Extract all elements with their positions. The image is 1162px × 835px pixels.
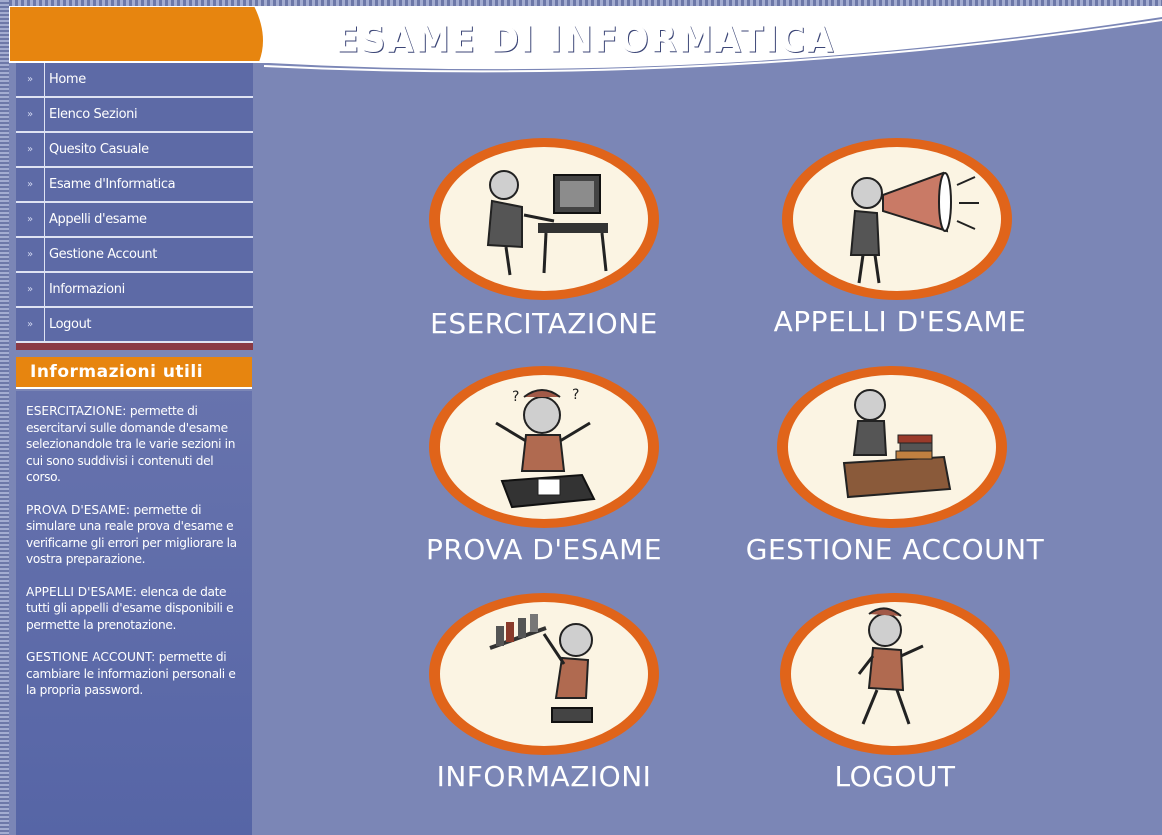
nav-item-informazioni[interactable]: » Informazioni	[16, 273, 253, 308]
nav-item-elenco-sezioni[interactable]: » Elenco Sezioni	[16, 98, 253, 133]
confused-student-icon: ? ?	[429, 366, 659, 528]
bullet-icon: »	[16, 98, 45, 131]
tile-gestione-account[interactable]: GESTIONE ACCOUNT	[730, 363, 1060, 573]
bullet-icon: »	[16, 203, 45, 236]
info-paragraph: GESTIONE ACCOUNT: permette di cambiare l…	[26, 649, 242, 699]
nav-item-label[interactable]: Quesito Casuale	[45, 142, 149, 157]
running-student-icon	[780, 593, 1010, 755]
tile-label[interactable]: PROVA D'ESAME	[410, 533, 678, 566]
tile-appelli-esame[interactable]: APPELLI D'ESAME	[755, 135, 1045, 345]
info-key: PROVA D'ESAME:	[26, 502, 131, 517]
nav-item-logout[interactable]: » Logout	[16, 308, 253, 343]
nav-item-label[interactable]: Home	[45, 72, 86, 87]
tile-prova-esame[interactable]: ? ? PROVA D'ESAME	[410, 363, 678, 573]
nav-item-label[interactable]: Gestione Account	[45, 247, 157, 262]
tile-label[interactable]: INFORMAZIONI	[410, 760, 678, 793]
tile-informazioni[interactable]: INFORMAZIONI	[410, 590, 678, 800]
bookshelf-icon	[429, 593, 659, 755]
tile-label[interactable]: ESERCITAZIONE	[420, 307, 668, 340]
nav-item-gestione-account[interactable]: » Gestione Account	[16, 238, 253, 273]
info-key: ESERCITAZIONE:	[26, 404, 127, 418]
student-computer-icon	[429, 138, 659, 300]
bullet-icon: »	[16, 273, 45, 306]
tile-label[interactable]: LOGOUT	[770, 760, 1020, 793]
nav-item-label[interactable]: Appelli d'esame	[45, 212, 147, 227]
info-paragraph: APPELLI D'ESAME: elenca de date tutti gl…	[26, 584, 242, 634]
bullet-icon: »	[16, 308, 45, 341]
nav-item-label[interactable]: Elenco Sezioni	[45, 107, 138, 122]
svg-text:?: ?	[512, 389, 519, 405]
nav-divider	[16, 343, 253, 350]
desk-books-icon	[777, 366, 1007, 528]
tile-label[interactable]: APPELLI D'ESAME	[755, 305, 1045, 338]
info-paragraph: ESERCITAZIONE: permette di esercitarvi s…	[26, 403, 242, 486]
nav-item-home[interactable]: » Home	[16, 63, 253, 98]
megaphone-icon	[782, 138, 1012, 300]
info-panel-title: Informazioni utili	[16, 357, 252, 389]
site-title: ESAME DI INFORMATICA	[335, 19, 836, 61]
left-border	[0, 0, 9, 835]
bullet-icon: »	[16, 133, 45, 166]
svg-text:?: ?	[572, 387, 579, 403]
bullet-icon: »	[16, 238, 45, 271]
info-panel: ESERCITAZIONE: permette di esercitarvi s…	[16, 391, 252, 835]
nav-item-quesito-casuale[interactable]: » Quesito Casuale	[16, 133, 253, 168]
bullet-icon: »	[16, 63, 45, 96]
info-key: APPELLI D'ESAME:	[26, 584, 137, 599]
nav-item-label[interactable]: Esame d'Informatica	[45, 177, 176, 192]
info-paragraph: PROVA D'ESAME: permette di simulare una …	[26, 502, 242, 568]
nav-item-appelli-esame[interactable]: » Appelli d'esame	[16, 203, 253, 238]
tile-esercitazione[interactable]: ESERCITAZIONE	[420, 135, 668, 345]
info-key: GESTIONE ACCOUNT:	[26, 650, 156, 664]
bullet-icon: »	[16, 168, 45, 201]
nav-item-label[interactable]: Logout	[45, 317, 92, 332]
nav-item-label[interactable]: Informazioni	[45, 282, 125, 297]
tile-logout[interactable]: LOGOUT	[770, 590, 1020, 800]
nav-item-esame-informatica[interactable]: » Esame d'Informatica	[16, 168, 253, 203]
sidebar-nav: » Home » Elenco Sezioni » Quesito Casuale »…	[16, 63, 253, 350]
tile-label[interactable]: GESTIONE ACCOUNT	[730, 533, 1060, 566]
